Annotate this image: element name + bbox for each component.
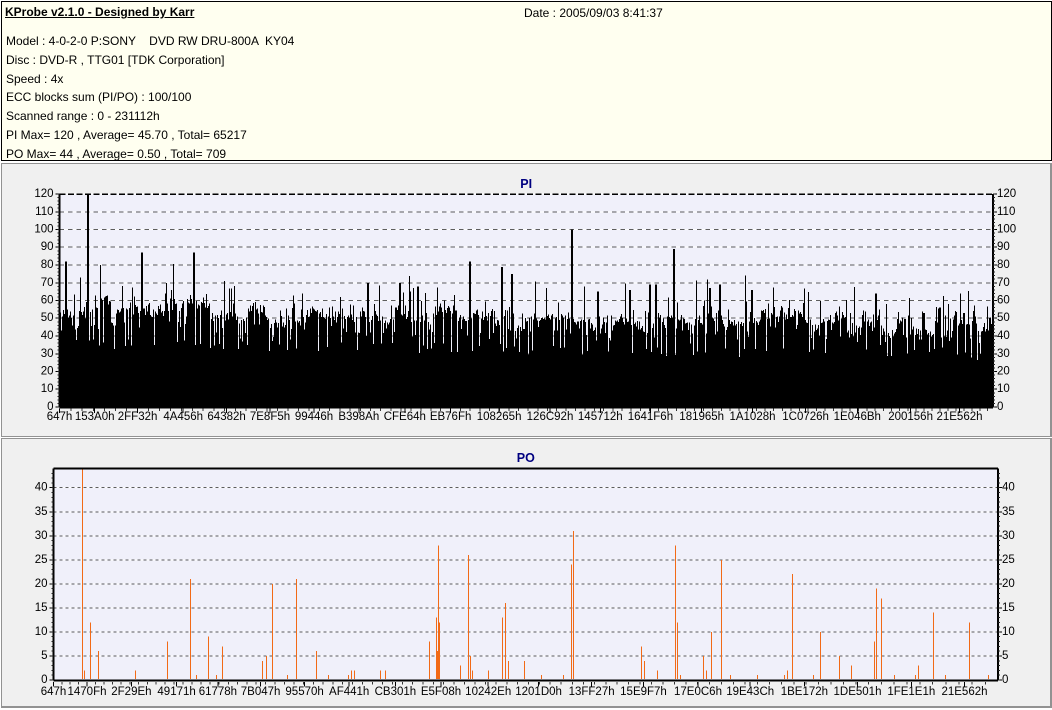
- svg-text:20: 20: [1002, 578, 1015, 590]
- svg-text:2F29Eh: 2F29Eh: [111, 686, 151, 698]
- svg-text:60: 60: [41, 295, 54, 307]
- svg-text:40: 40: [1002, 482, 1015, 494]
- svg-text:30: 30: [41, 348, 54, 360]
- svg-text:108265h: 108265h: [477, 411, 522, 423]
- svg-text:30: 30: [35, 530, 48, 542]
- svg-text:25: 25: [35, 554, 48, 566]
- svg-text:4A456h: 4A456h: [163, 411, 203, 423]
- svg-text:1FE1E1h: 1FE1E1h: [887, 686, 935, 698]
- svg-text:7B047h: 7B047h: [241, 686, 281, 698]
- svg-text:50: 50: [41, 312, 54, 324]
- svg-text:0: 0: [997, 401, 1003, 413]
- svg-text:35: 35: [1002, 506, 1015, 518]
- svg-text:145712h: 145712h: [578, 411, 623, 423]
- svg-text:120: 120: [34, 188, 53, 200]
- svg-text:20: 20: [35, 578, 48, 590]
- svg-text:5: 5: [41, 650, 47, 662]
- svg-text:50: 50: [997, 312, 1010, 324]
- svg-text:0: 0: [1002, 674, 1008, 686]
- svg-text:647h: 647h: [41, 686, 67, 698]
- svg-text:10: 10: [997, 383, 1010, 395]
- svg-text:1201D0h: 1201D0h: [515, 686, 562, 698]
- svg-text:120: 120: [997, 188, 1016, 200]
- svg-text:AF441h: AF441h: [329, 686, 369, 698]
- svg-text:100: 100: [34, 224, 53, 236]
- svg-text:40: 40: [41, 330, 54, 342]
- svg-text:CB301h: CB301h: [375, 686, 417, 698]
- svg-text:153A0h: 153A0h: [75, 411, 115, 423]
- svg-text:CFE64h: CFE64h: [384, 411, 426, 423]
- svg-text:19E43Ch: 19E43Ch: [726, 686, 774, 698]
- svg-text:49171h: 49171h: [157, 686, 195, 698]
- svg-text:10: 10: [1002, 626, 1015, 638]
- svg-text:1641F6h: 1641F6h: [628, 411, 673, 423]
- svg-text:B398Ah: B398Ah: [338, 411, 379, 423]
- svg-text:35: 35: [35, 506, 48, 518]
- svg-text:1DE501h: 1DE501h: [834, 686, 882, 698]
- svg-text:PI: PI: [520, 177, 532, 191]
- svg-text:30: 30: [1002, 530, 1015, 542]
- svg-text:1470Fh: 1470Fh: [67, 686, 106, 698]
- svg-text:25: 25: [1002, 554, 1015, 566]
- svg-text:100: 100: [997, 224, 1016, 236]
- svg-text:PO: PO: [517, 451, 535, 465]
- svg-text:15: 15: [35, 602, 48, 614]
- svg-text:0: 0: [41, 674, 47, 686]
- svg-text:17E0C6h: 17E0C6h: [674, 686, 722, 698]
- svg-text:70: 70: [997, 277, 1010, 289]
- svg-text:21E562h: 21E562h: [941, 686, 987, 698]
- svg-text:10242Eh: 10242Eh: [465, 686, 511, 698]
- svg-text:80: 80: [41, 259, 54, 271]
- svg-text:40: 40: [35, 482, 48, 494]
- svg-text:20: 20: [997, 366, 1010, 378]
- svg-text:90: 90: [997, 241, 1010, 253]
- svg-text:15E9F7h: 15E9F7h: [620, 686, 667, 698]
- svg-text:1BE172h: 1BE172h: [781, 686, 828, 698]
- svg-text:15: 15: [1002, 602, 1015, 614]
- svg-text:EB76Fh: EB76Fh: [430, 411, 472, 423]
- svg-text:1A1028h: 1A1028h: [729, 411, 775, 423]
- svg-text:E5F08h: E5F08h: [421, 686, 461, 698]
- svg-text:13FF27h: 13FF27h: [569, 686, 615, 698]
- svg-text:70: 70: [41, 277, 54, 289]
- svg-text:90: 90: [41, 241, 54, 253]
- svg-text:40: 40: [997, 330, 1010, 342]
- svg-text:10: 10: [35, 626, 48, 638]
- svg-text:99446h: 99446h: [295, 411, 333, 423]
- svg-text:64382h: 64382h: [207, 411, 245, 423]
- svg-text:60: 60: [997, 295, 1010, 307]
- svg-text:126C92h: 126C92h: [527, 411, 574, 423]
- svg-text:7E8F5h: 7E8F5h: [250, 411, 290, 423]
- svg-text:5: 5: [1002, 650, 1008, 662]
- svg-text:95570h: 95570h: [285, 686, 323, 698]
- svg-text:1C0726h: 1C0726h: [782, 411, 829, 423]
- svg-text:21E562h: 21E562h: [936, 411, 982, 423]
- svg-text:647h: 647h: [47, 411, 73, 423]
- svg-text:200156h: 200156h: [888, 411, 933, 423]
- svg-text:61778h: 61778h: [199, 686, 237, 698]
- svg-text:30: 30: [997, 348, 1010, 360]
- svg-text:1E046Bh: 1E046Bh: [834, 411, 881, 423]
- svg-text:10: 10: [41, 383, 54, 395]
- svg-text:110: 110: [997, 206, 1015, 218]
- svg-text:80: 80: [997, 259, 1010, 271]
- svg-text:181965h: 181965h: [679, 411, 724, 423]
- svg-text:20: 20: [41, 366, 54, 378]
- svg-text:110: 110: [35, 206, 53, 218]
- svg-text:2FF32h: 2FF32h: [118, 411, 158, 423]
